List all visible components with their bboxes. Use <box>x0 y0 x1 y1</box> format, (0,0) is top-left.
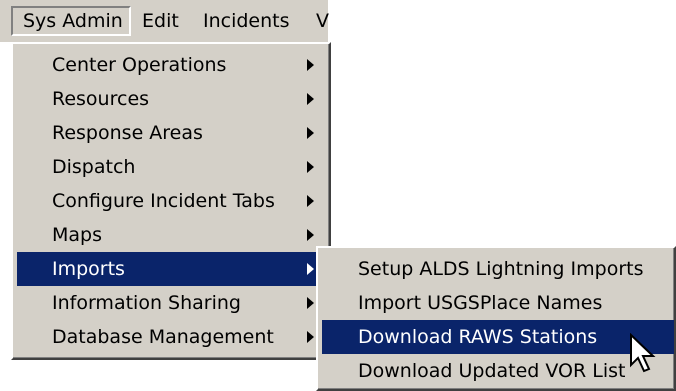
menu-item-resources[interactable]: Resources <box>17 82 327 116</box>
chevron-right-icon <box>307 161 314 173</box>
submenu-item-label: Download RAWS Stations <box>358 326 598 348</box>
sys-admin-dropdown: Center Operations Resources Response Are… <box>11 42 331 360</box>
submenu-item-label: Download Updated VOR List <box>358 360 626 382</box>
menu-item-label: Database Management <box>52 326 274 348</box>
menu-bar: Sys Admin Edit Incidents V <box>0 0 329 42</box>
menu-item-information-sharing[interactable]: Information Sharing <box>17 286 327 320</box>
menu-item-imports[interactable]: Imports <box>17 252 327 286</box>
chevron-right-icon <box>307 93 314 105</box>
chevron-right-icon <box>307 331 314 343</box>
menu-item-center-operations[interactable]: Center Operations <box>17 48 327 82</box>
submenu-item-download-raws-stations[interactable]: Download RAWS Stations <box>322 320 674 354</box>
menu-incidents-label: Incidents <box>203 10 290 32</box>
chevron-right-icon <box>307 297 314 309</box>
menu-item-label: Response Areas <box>52 122 203 144</box>
menu-item-label: Center Operations <box>52 54 227 76</box>
menu-item-dispatch[interactable]: Dispatch <box>17 150 327 184</box>
chevron-right-icon <box>307 229 314 241</box>
submenu-item-import-usgs-place-names[interactable]: Import USGSPlace Names <box>322 286 674 320</box>
menu-item-label: Dispatch <box>52 156 136 178</box>
chevron-right-icon <box>307 195 314 207</box>
menu-view-partial-label: V <box>316 10 329 32</box>
menu-item-label: Information Sharing <box>52 292 241 314</box>
chevron-right-icon <box>307 263 314 275</box>
submenu-item-label: Setup ALDS Lightning Imports <box>358 258 644 280</box>
menu-item-label: Maps <box>52 224 102 246</box>
menu-item-response-areas[interactable]: Response Areas <box>17 116 327 150</box>
submenu-item-label: Import USGSPlace Names <box>358 292 603 314</box>
imports-submenu: Setup ALDS Lightning Imports Import USGS… <box>316 246 676 391</box>
menu-view-partial[interactable]: V <box>316 6 329 36</box>
menu-incidents[interactable]: Incidents <box>203 6 290 36</box>
menu-item-label: Resources <box>52 88 150 110</box>
chevron-right-icon <box>307 127 314 139</box>
menu-item-database-management[interactable]: Database Management <box>17 320 327 354</box>
menu-sys-admin[interactable]: Sys Admin <box>11 6 131 36</box>
menu-item-maps[interactable]: Maps <box>17 218 327 252</box>
menu-edit-label: Edit <box>142 10 179 32</box>
menu-sys-admin-label: Sys Admin <box>23 10 123 32</box>
chevron-right-icon <box>307 59 314 71</box>
menu-item-configure-incident-tabs[interactable]: Configure Incident Tabs <box>17 184 327 218</box>
submenu-item-setup-alds-lightning-imports[interactable]: Setup ALDS Lightning Imports <box>322 252 674 286</box>
submenu-item-download-updated-vor-list[interactable]: Download Updated VOR List <box>322 354 674 388</box>
menu-edit[interactable]: Edit <box>142 6 179 36</box>
application-window: Sys Admin Edit Incidents V Center Operat… <box>0 0 676 391</box>
mouse-pointer-icon <box>630 333 656 373</box>
menu-item-label: Imports <box>52 258 125 280</box>
menu-item-label: Configure Incident Tabs <box>52 190 275 212</box>
